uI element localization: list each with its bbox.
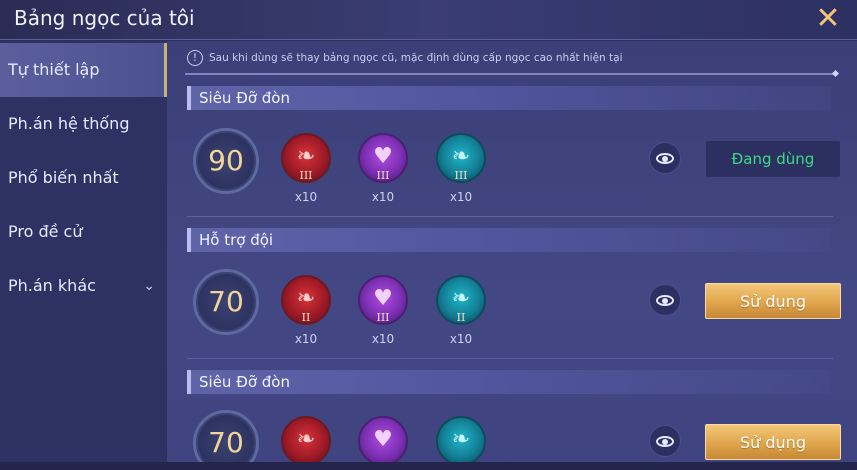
teal-gem-icon: ❧ [436,416,486,466]
close-icon[interactable]: ✕ [813,4,843,34]
sidebar-item-other[interactable]: Ph.án khác ⌄ [0,259,167,313]
gem-count: x10 [294,332,318,346]
preview-eye-icon[interactable] [649,425,681,457]
sidebar-item-pro[interactable]: Pro đề cử [0,205,167,259]
window-header: Bảng ngọc của tôi ✕ [0,0,857,40]
level-value: 70 [208,426,244,459]
divider [185,73,836,75]
gem-count: x10 [371,332,395,346]
purple-gem-icon: ♥ III [358,133,408,183]
level-badge: 70 [193,269,259,335]
use-button[interactable]: Sử dụng [705,283,841,319]
set-title: Hỗ trợ đội [187,228,831,252]
info-icon: ! [187,50,203,66]
chevron-down-icon: ⌄ [143,278,155,294]
row-divider [187,358,833,359]
notice-text: Sau khi dùng sẽ thay bảng ngọc cũ, mặc đ… [209,52,623,64]
bottom-edge [0,462,857,470]
in-use-button[interactable]: Đang dùng [706,141,840,177]
sidebar-item-label: Ph.án hệ thống [8,114,130,133]
sidebar-item-label: Phổ biến nhất [8,168,119,187]
use-button[interactable]: Sử dụng [705,424,841,460]
gem-tier: II [456,311,466,324]
gem-tier: III [376,169,390,182]
gem-count: x10 [294,190,318,204]
sidebar-item-system[interactable]: Ph.án hệ thống [0,97,167,151]
sidebar-item-label: Tự thiết lập [8,60,100,79]
level-badge: 70 [193,410,259,470]
gem-count: x10 [449,190,473,204]
gem-tier: III [454,169,468,182]
gem-tier: II [301,311,311,324]
teal-gem-icon: ❧ III [436,133,486,183]
preview-eye-icon[interactable] [649,142,681,174]
purple-gem-icon: ♥ III [358,275,408,325]
window-title: Bảng ngọc của tôi [14,6,195,30]
red-gem-icon: ❧ II [281,275,331,325]
gem-count: x10 [449,332,473,346]
purple-gem-icon: ♥ [358,416,408,466]
preview-eye-icon[interactable] [649,284,681,316]
sidebar-item-label: Ph.án khác [8,276,96,295]
gem-count: x10 [371,190,395,204]
notice: ! Sau khi dùng sẽ thay bảng ngọc cũ, mặc… [185,47,835,69]
set-title: Siêu Đỡ đòn [187,86,831,110]
set-title: Siêu Đỡ đòn [187,370,831,394]
row-divider [187,216,833,217]
level-badge: 90 [193,128,259,194]
sidebar-item-label: Pro đề cử [8,222,83,241]
sidebar-item-custom[interactable]: Tự thiết lập [0,43,167,97]
gem-tier: III [299,169,313,182]
gem-tier: III [376,311,390,324]
teal-gem-icon: ❧ II [436,275,486,325]
sidebar: Tự thiết lập Ph.án hệ thống Phổ biến nhấ… [0,41,167,470]
red-gem-icon: ❧ [281,416,331,466]
sidebar-item-popular[interactable]: Phổ biến nhất [0,151,167,205]
red-gem-icon: ❧ III [281,133,331,183]
